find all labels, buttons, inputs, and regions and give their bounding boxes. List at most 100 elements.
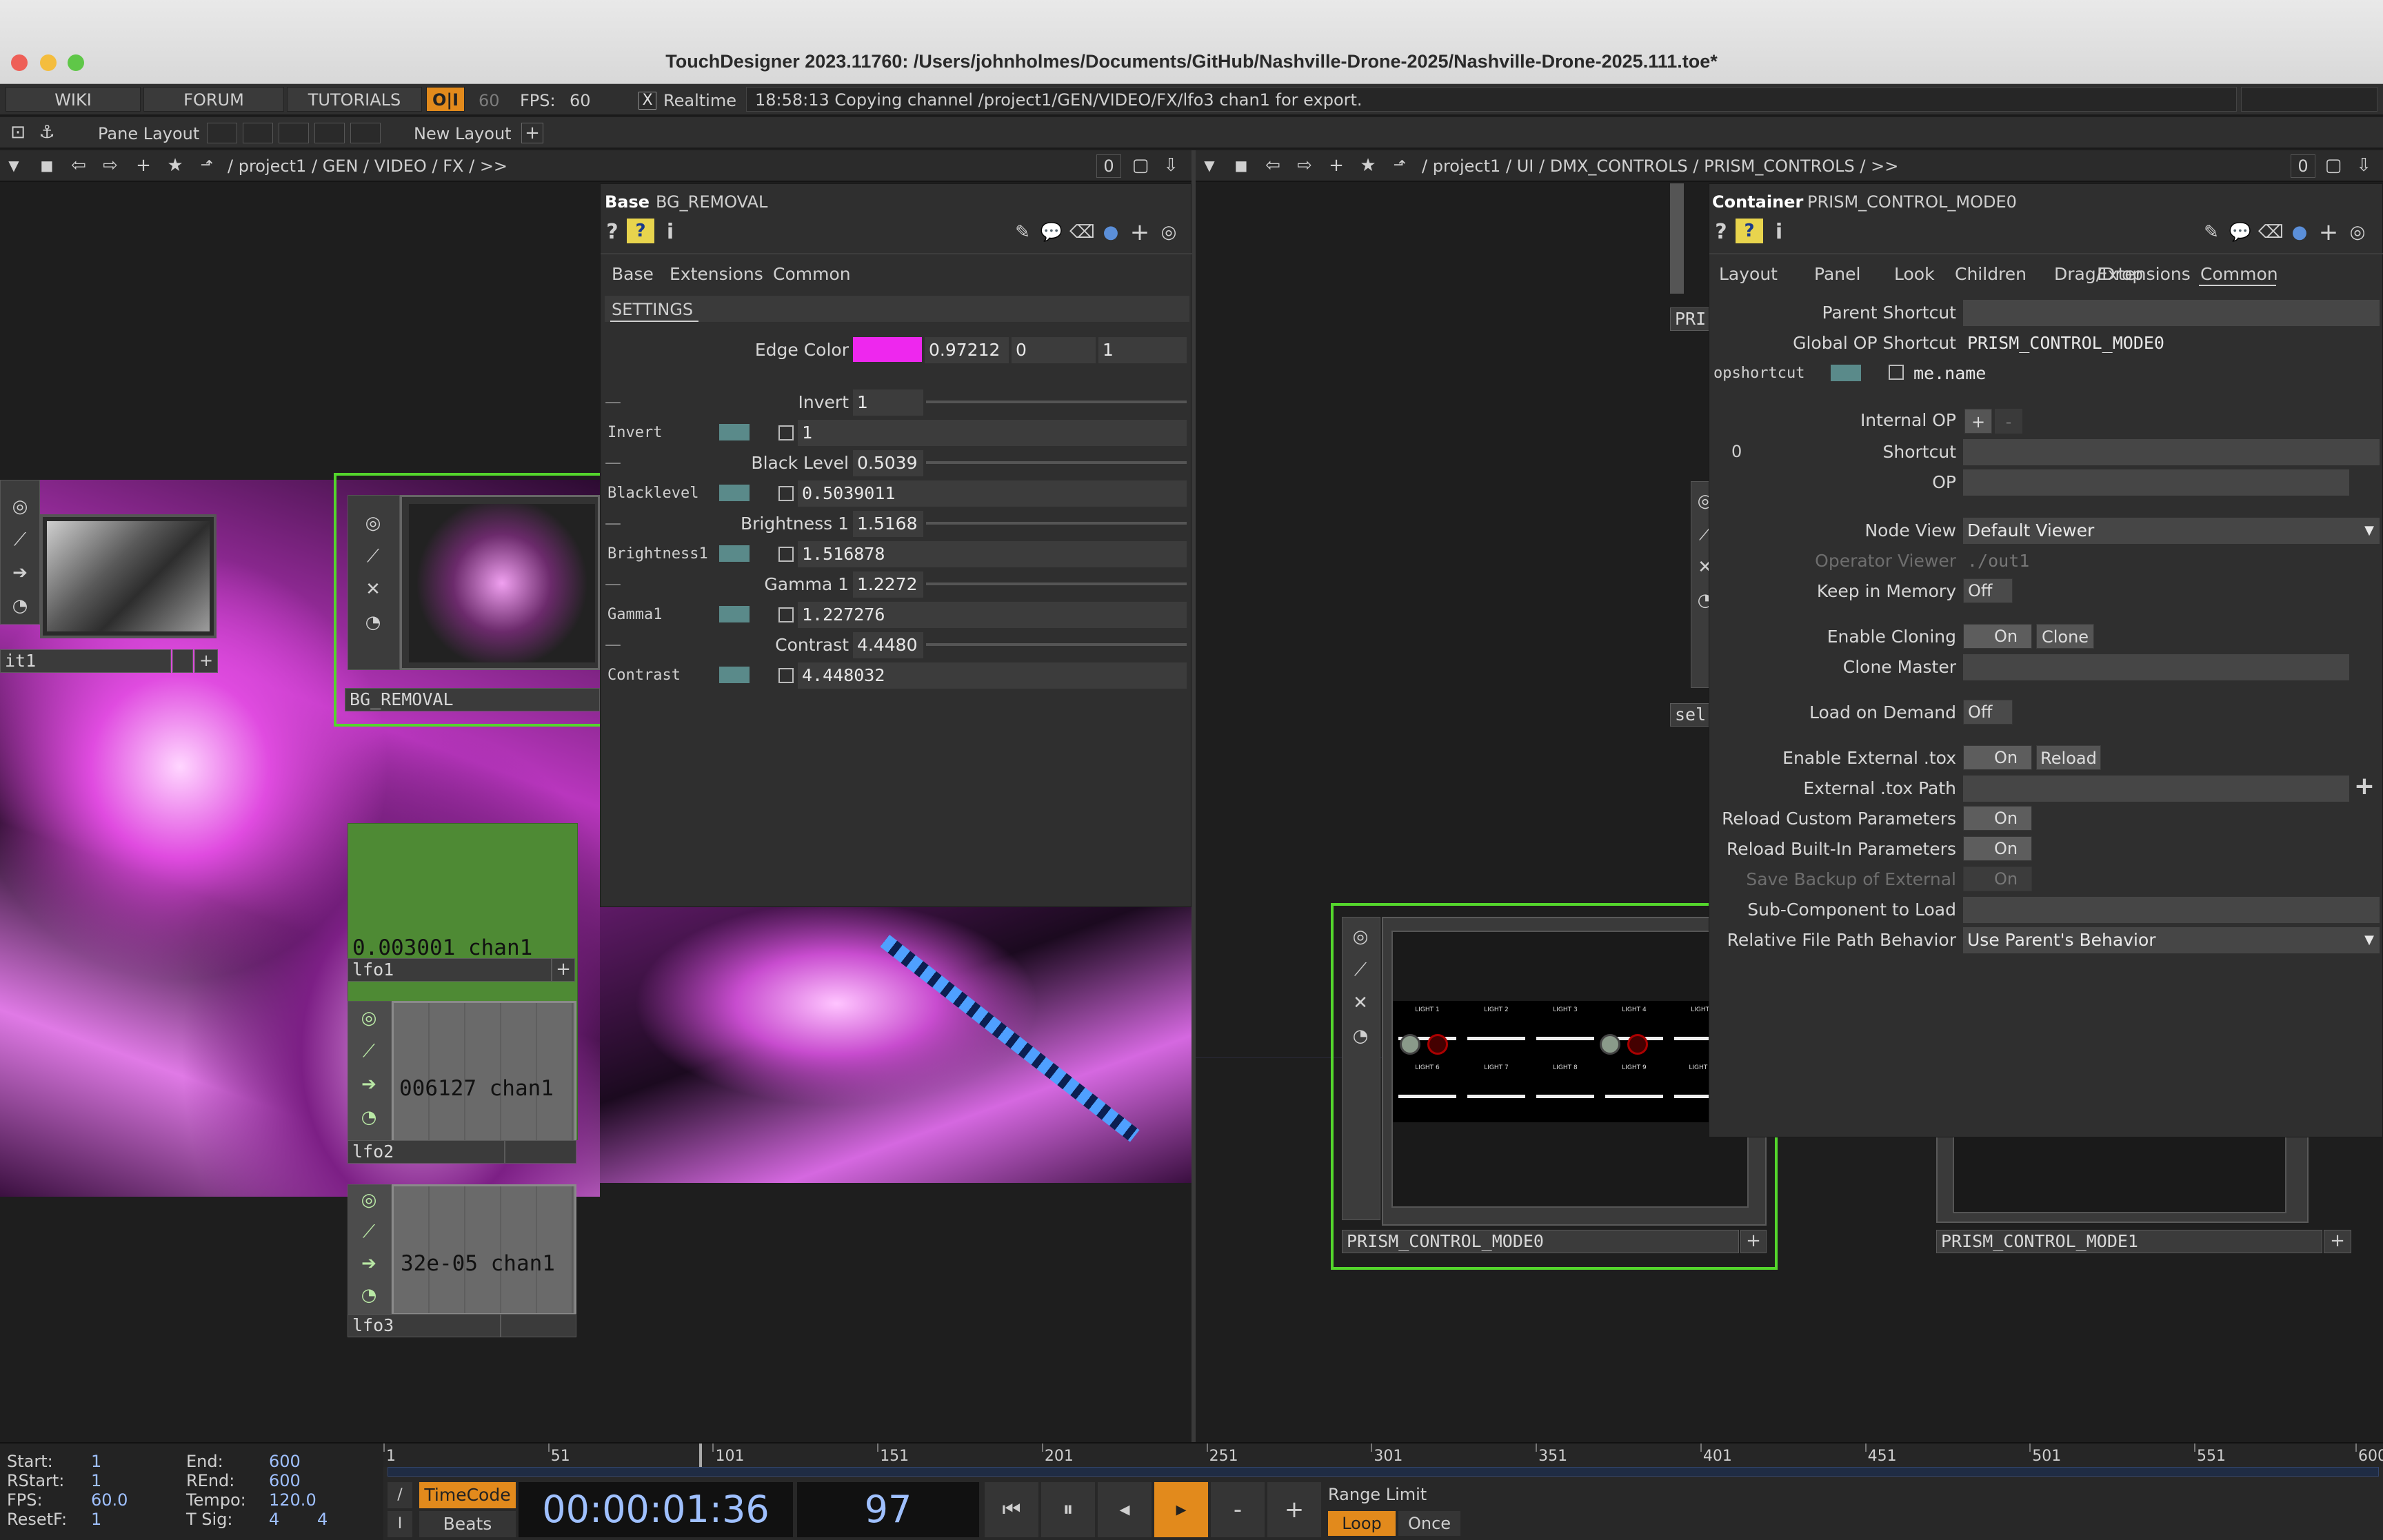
viewer-icon[interactable]: ⊡ [6,119,30,146]
gamma-1-expression[interactable]: 1.227276 [798,602,1187,628]
back-icon[interactable]: ⇦ [1260,152,1285,179]
back-icon[interactable]: ⇦ [66,152,91,179]
node-view-dropdown[interactable]: Default Viewer ▼ [1963,518,2380,544]
rend-value[interactable]: 600 [269,1471,301,1490]
black-level-expr-checkbox[interactable] [778,486,794,501]
lfo1-node-label[interactable]: lfo1 [348,958,552,982]
pri-node-label[interactable]: PRI [1670,307,1714,331]
reload-custom-toggle[interactable]: On [1963,806,2032,831]
add-layout-button[interactable]: + [521,123,543,143]
breadcrumb-fx[interactable]: FX [443,156,463,176]
sub-component-field[interactable] [1963,897,2380,923]
external-tox-path-field[interactable] [1963,776,2349,802]
record-icon[interactable] [1427,1034,1448,1055]
info-icon[interactable]: i [660,219,681,246]
python-help-icon[interactable]: ? [1736,219,1763,243]
save-backup-toggle[interactable]: On [1963,867,2032,891]
left-breadcrumb[interactable]: / project1 / GEN / VIDEO / FX / >> [228,156,507,176]
lfo2-sidebar[interactable]: ◎ ⟋ ➔ ◔ [348,1001,392,1144]
edge-color-swatch[interactable] [853,337,922,362]
tab-extensions[interactable]: Extensions [670,264,763,284]
right-breadcrumb[interactable]: / project1 / UI / DMX_CONTROLS / PRISM_C… [1422,156,1898,176]
tab-layout[interactable]: Layout [1719,264,1778,284]
edge-color-r[interactable]: 0.97212 [925,337,1009,363]
viewer-active-icon[interactable]: ◎ [356,1004,381,1032]
help-icon[interactable]: ? [601,219,624,246]
layout-single-button[interactable] [207,123,237,143]
lfo3-flags[interactable] [501,1314,576,1337]
layout-quad-button[interactable] [350,123,381,143]
keep-in-memory-toggle[interactable]: Off [1963,578,2013,603]
mode1-viewer[interactable] [1936,1135,2309,1223]
lfo2-node-label[interactable]: lfo2 [348,1140,505,1164]
tab-look[interactable]: Look [1894,264,1935,284]
light-fader[interactable] [1536,1037,1594,1040]
load-on-demand-toggle[interactable]: Off [1963,700,2013,725]
opshortcut-expression[interactable]: me.name [1909,361,2380,387]
beats-button[interactable]: Beats [419,1511,516,1537]
forward-icon[interactable]: ⇨ [1292,152,1317,179]
target-icon[interactable]: ◎ [2345,219,2370,246]
tempo-value[interactable]: 120.0 [269,1490,316,1510]
invert-expression[interactable]: 1 [798,420,1187,446]
tab-common[interactable]: Common [773,264,851,284]
pane-menu-icon[interactable]: ▼ [1198,152,1220,179]
stop-icon[interactable]: ■ [36,152,58,179]
internal-op-add-button[interactable]: + [1964,409,1992,434]
light-fader[interactable] [1536,1095,1594,1098]
opshortcut-checkbox[interactable] [1889,365,1904,380]
global-op-shortcut-field[interactable]: PRISM_CONTROL_MODE0 [1963,330,2380,356]
black-level-slider[interactable] [926,461,1187,464]
delete-icon[interactable]: ✕ [361,576,385,603]
playhead[interactable] [698,1443,702,1467]
bypass-icon[interactable]: ⟋ [8,526,32,554]
bypass-icon[interactable]: ⟋ [356,1037,381,1065]
it1-node-label[interactable]: it1 [0,649,171,673]
pane-menu-icon[interactable]: ▼ [3,152,25,179]
python-icon[interactable]: ● [1098,219,1123,246]
rel-path-dropdown[interactable]: Use Parent's Behavior ▼ [1963,927,2380,953]
contrast-expr-mode-icon[interactable] [719,667,750,683]
param-opname[interactable]: BG_REMOVAL [656,192,767,212]
tab-base[interactable]: Base [612,264,654,284]
lfo3-node-label[interactable]: lfo3 [348,1314,501,1337]
breadcrumb-dmx-controls[interactable]: DMX_CONTROLS [1550,156,1688,176]
brightness-1-slider[interactable] [926,522,1187,525]
mode0-node-label[interactable]: PRISM_CONTROL_MODE0 [1342,1230,1739,1253]
record-icon[interactable] [1627,1034,1648,1055]
layout-split-button[interactable] [243,123,273,143]
mode1-node-label[interactable]: PRISM_CONTROL_MODE1 [1936,1230,2322,1253]
add-parameter-icon[interactable]: + [1127,219,1152,246]
brightness-1-expression[interactable]: 1.516878 [798,541,1187,567]
op-field[interactable] [1963,469,2349,496]
settings-page-tab[interactable]: SETTINGS [605,296,1189,322]
clone-icon[interactable]: ◔ [356,1281,381,1309]
edge-color-b[interactable]: 1 [1098,337,1187,363]
black-level-value[interactable]: 0.5039 [853,450,923,476]
lfo3-node-viewer[interactable]: 32e-05 chan1 [392,1184,576,1315]
enable-cloning-toggle[interactable]: On [1963,624,2032,649]
clear-icon[interactable]: ⌫ [1069,219,1095,246]
add-file-icon[interactable]: + [2351,773,2378,800]
layout-triple-button[interactable] [314,123,345,143]
timeline-ruler[interactable]: 1 51 101 151 201 251 301 351 401 451 501 551 600 [383,1443,2383,1467]
contrast-expression[interactable]: 4.448032 [798,662,1187,689]
param-opname[interactable]: PRISM_CONTROL_MODE0 [1807,192,2017,212]
brightness-1-expr-checkbox[interactable] [778,547,794,562]
breadcrumb-more[interactable]: >> [480,156,507,176]
tab-extensions[interactable]: Extensions [2097,264,2191,284]
light-fader[interactable] [1605,1095,1663,1098]
export-flag-icon[interactable]: ➔ [356,1250,381,1277]
wiki-button[interactable]: WIKI [6,87,141,112]
clone-button[interactable]: Clone [2036,624,2094,649]
tutorials-button[interactable]: TUTORIALS [287,87,422,112]
lfo1-add-icon[interactable]: + [552,958,575,982]
operator-viewer-field[interactable]: ./out1 [1963,548,2349,574]
faster-button[interactable]: + [1267,1482,1321,1537]
reload-builtin-toggle[interactable]: On [1963,836,2032,861]
invert-expr-mode-icon[interactable] [719,424,750,440]
parent-icon[interactable]: ⬏ [1387,152,1412,179]
contrast-slider[interactable] [926,643,1187,646]
beats-mode-icon[interactable]: I [388,1511,412,1537]
export-icon[interactable]: ⇩ [1158,152,1183,179]
